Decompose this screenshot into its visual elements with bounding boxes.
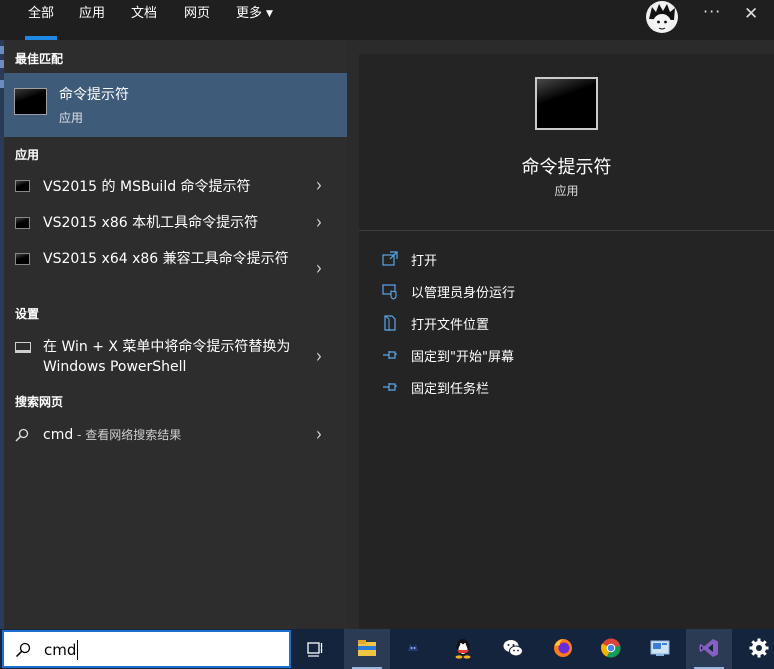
task-view-button[interactable] [292, 629, 338, 669]
command-prompt-icon [14, 88, 47, 115]
visual-studio-button[interactable] [686, 629, 732, 669]
tab-more[interactable]: 更多 ▼ [236, 0, 273, 40]
monitor-settings-icon [15, 342, 31, 353]
search-scope-bar: 全部 应用 文档 网页 更多 ▼ ··· ✕ [0, 0, 774, 40]
best-match-title: 命令提示符 [59, 87, 129, 103]
wechat-button[interactable] [490, 629, 536, 669]
pin-icon [383, 351, 397, 359]
pin-icon [383, 383, 397, 391]
file-location-icon [384, 315, 396, 331]
divider [359, 230, 774, 231]
web-result-label: cmd - 查看网络搜索结果 [43, 425, 298, 445]
search-text: cmd [44, 641, 77, 659]
chrome-button[interactable] [588, 629, 634, 669]
tab-documents[interactable]: 文档 [131, 0, 157, 40]
detail-title: 命令提示符 [521, 157, 612, 178]
app-result-msbuild[interactable]: VS2015 的 MSBuild 命令提示符 › [4, 173, 347, 197]
result-label: VS2015 的 MSBuild 命令提示符 [43, 179, 251, 195]
taskbar: cmd [0, 629, 774, 669]
detail-panel: 命令提示符 应用 打开 以管理员身份运行 打开文件位置 固定到"开始"屏幕 固定… [359, 54, 774, 629]
section-apps: 应用 [15, 148, 40, 162]
result-label: VS2015 x86 本机工具命令提示符 [43, 215, 259, 231]
game-app-icon [408, 644, 418, 651]
section-best-match: 最佳匹配 [15, 52, 64, 66]
tab-all[interactable]: 全部 [24, 0, 58, 40]
chevron-right-icon[interactable]: › [316, 256, 322, 279]
game-app-button[interactable] [390, 629, 436, 669]
action-label: 打开 [411, 254, 438, 269]
best-match-subtitle: 应用 [59, 111, 84, 125]
action-label: 固定到任务栏 [411, 382, 490, 397]
visual-studio-icon [699, 639, 718, 657]
file-explorer-button[interactable] [344, 629, 390, 669]
settings-result-powershell[interactable]: 在 Win + X 菜单中将命令提示符替换为 Windows PowerShel… [4, 337, 347, 379]
more-options-icon[interactable]: ··· [703, 2, 721, 21]
tab-apps[interactable]: 应用 [79, 0, 105, 40]
action-label: 打开文件位置 [411, 318, 490, 333]
search-icon [15, 642, 31, 658]
tab-more-label: 更多 [236, 6, 263, 21]
results-panel: 最佳匹配 命令提示符 应用 应用 VS2015 的 MSBuild 命令提示符 … [4, 40, 347, 629]
tab-web[interactable]: 网页 [184, 0, 210, 40]
search-icon [15, 428, 29, 442]
chevron-right-icon[interactable]: › [316, 344, 322, 367]
command-prompt-icon [15, 180, 30, 192]
chevron-right-icon[interactable]: › [316, 422, 322, 445]
firefox-button[interactable] [540, 629, 586, 669]
action-label: 以管理员身份运行 [411, 286, 516, 301]
command-prompt-icon [535, 77, 598, 130]
section-web: 搜索网页 [15, 395, 64, 409]
command-prompt-icon [15, 217, 30, 229]
remote-desktop-icon [650, 640, 670, 656]
qq-button[interactable] [440, 629, 486, 669]
chevron-down-icon: ▼ [266, 9, 273, 19]
shield-admin-icon [382, 284, 397, 300]
app-result-x64-x86-cross[interactable]: VS2015 x64 x86 兼容工具命令提示符 › [4, 249, 347, 291]
file-explorer-icon [358, 640, 376, 656]
app-result-x86-native[interactable]: VS2015 x86 本机工具命令提示符 › [4, 210, 347, 234]
chevron-right-icon[interactable]: › [316, 210, 322, 233]
text-cursor [77, 640, 78, 660]
result-label: VS2015 x64 x86 兼容工具命令提示符 [43, 251, 289, 267]
open-icon [382, 251, 398, 266]
search-input[interactable]: cmd [2, 630, 291, 668]
web-suffix: - 查看网络搜索结果 [73, 428, 182, 442]
web-search-result[interactable]: cmd - 查看网络搜索结果 › [4, 422, 347, 446]
remote-desktop-button[interactable] [637, 629, 683, 669]
wechat-icon [503, 640, 523, 657]
command-prompt-icon [15, 253, 30, 265]
web-query: cmd [43, 427, 74, 443]
detail-subtitle: 应用 [554, 184, 579, 198]
settings-gear-icon [749, 638, 769, 658]
qq-icon [455, 639, 471, 659]
chrome-icon [600, 638, 621, 658]
close-icon[interactable]: ✕ [744, 4, 758, 24]
chevron-right-icon[interactable]: › [316, 173, 322, 196]
task-view-icon [307, 642, 323, 657]
section-settings: 设置 [15, 307, 40, 321]
avatar[interactable] [646, 1, 678, 33]
result-label: 在 Win + X 菜单中将命令提示符替换为 Windows PowerShel… [43, 339, 291, 375]
settings-button[interactable] [736, 629, 774, 669]
firefox-icon [554, 639, 572, 657]
best-match-result[interactable]: 命令提示符 应用 [4, 73, 347, 137]
action-label: 固定到"开始"屏幕 [411, 350, 514, 365]
